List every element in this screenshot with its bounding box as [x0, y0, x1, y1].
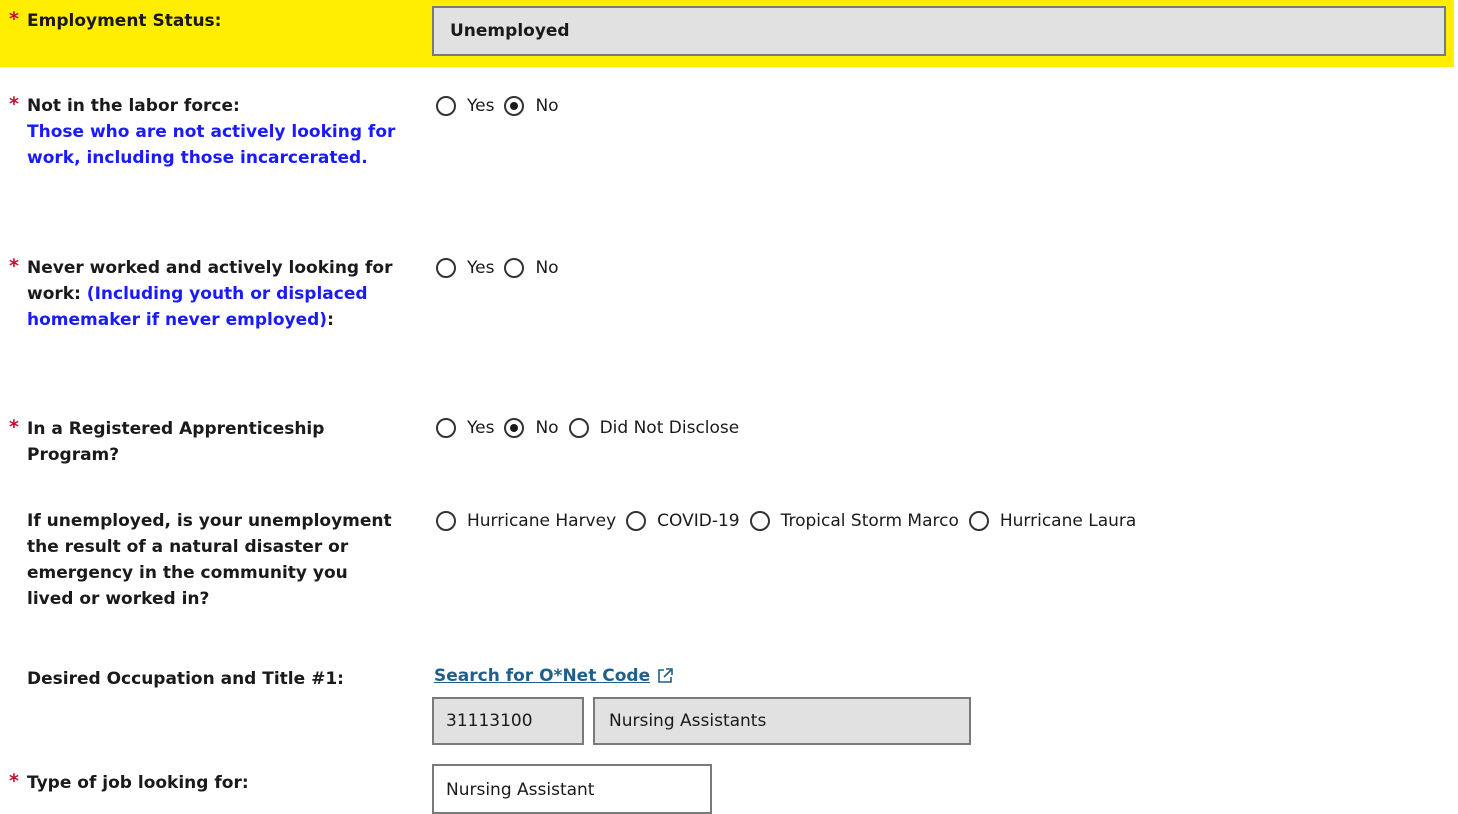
employment-status-field: Unemployed — [432, 6, 1446, 56]
radio-button[interactable] — [626, 511, 647, 531]
radio-label: Hurricane Laura — [999, 511, 1137, 531]
radio-label: No — [535, 418, 559, 438]
not-in-labor-force-title: Not in the labor force: — [27, 96, 240, 116]
radio-option-covid-19[interactable]: COVID-19 — [626, 511, 740, 531]
radio-option-yes[interactable]: Yes — [436, 258, 494, 278]
radio-button-selected[interactable] — [504, 418, 525, 438]
desired-occupation-label: Desired Occupation and Title #1: — [27, 669, 344, 689]
radio-label: Did Not Disclose — [599, 418, 740, 438]
radio-button[interactable] — [436, 511, 456, 531]
disaster-label: If unemployed, is your unemployment the … — [27, 511, 392, 609]
required-asterisk: * — [9, 770, 19, 792]
apprenticeship-radio-group: Yes No Did Not Disclose — [436, 418, 749, 438]
disaster-radio-group: Hurricane Harvey COVID-19 Tropical Storm… — [436, 511, 1146, 531]
search-onet-code-link[interactable]: Search for O*Net Code — [434, 666, 674, 686]
employment-status-label: Employment Status: — [27, 11, 222, 31]
radio-button[interactable] — [504, 258, 525, 278]
required-asterisk: * — [9, 8, 19, 30]
onet-code-field: 31113100 — [432, 697, 584, 745]
radio-button[interactable] — [436, 96, 456, 116]
apprenticeship-label: In a Registered Apprenticeship Program? — [27, 419, 325, 465]
radio-button[interactable] — [968, 511, 989, 531]
radio-label: Yes — [467, 258, 495, 278]
radio-option-tropical-storm-marco[interactable]: Tropical Storm Marco — [749, 511, 959, 531]
search-onet-code-link-text: Search for O*Net Code — [434, 666, 651, 686]
radio-option-yes[interactable]: Yes — [436, 418, 494, 438]
radio-option-did-not-disclose[interactable]: Did Not Disclose — [568, 418, 740, 438]
radio-option-no[interactable]: No — [504, 96, 559, 116]
radio-label: COVID-19 — [657, 511, 740, 531]
radio-option-hurricane-laura[interactable]: Hurricane Laura — [968, 511, 1137, 531]
radio-button[interactable] — [568, 418, 589, 438]
job-type-label: Type of job looking for: — [27, 773, 249, 793]
not-in-labor-force-radio-group: Yes No — [436, 96, 569, 116]
job-type-input[interactable]: Nursing Assistant — [432, 764, 712, 814]
not-in-labor-force-note: Those who are not actively looking for w… — [27, 122, 396, 168]
radio-label: Yes — [467, 96, 495, 116]
radio-option-no[interactable]: No — [504, 418, 559, 438]
radio-label: No — [535, 96, 559, 116]
radio-button[interactable] — [749, 511, 770, 531]
radio-button[interactable] — [436, 258, 456, 278]
radio-label: Yes — [467, 418, 495, 438]
radio-button[interactable] — [436, 418, 456, 438]
radio-label: Tropical Storm Marco — [780, 511, 959, 531]
radio-option-no[interactable]: No — [504, 258, 559, 278]
radio-label: No — [535, 258, 559, 278]
not-in-labor-force-label: Not in the labor force: Those who are no… — [27, 93, 397, 171]
never-worked-suffix: : — [327, 310, 334, 330]
radio-option-hurricane-harvey[interactable]: Hurricane Harvey — [436, 511, 616, 531]
onet-title-field: Nursing Assistants — [593, 697, 971, 745]
radio-label: Hurricane Harvey — [467, 511, 617, 531]
radio-button-selected[interactable] — [504, 96, 525, 116]
external-link-icon — [658, 668, 673, 683]
required-asterisk: * — [9, 416, 19, 438]
required-asterisk: * — [9, 93, 19, 115]
never-worked-label: Never worked and actively looking for wo… — [27, 255, 397, 333]
never-worked-radio-group: Yes No — [436, 258, 569, 278]
radio-option-yes[interactable]: Yes — [436, 96, 494, 116]
required-asterisk: * — [9, 255, 19, 277]
